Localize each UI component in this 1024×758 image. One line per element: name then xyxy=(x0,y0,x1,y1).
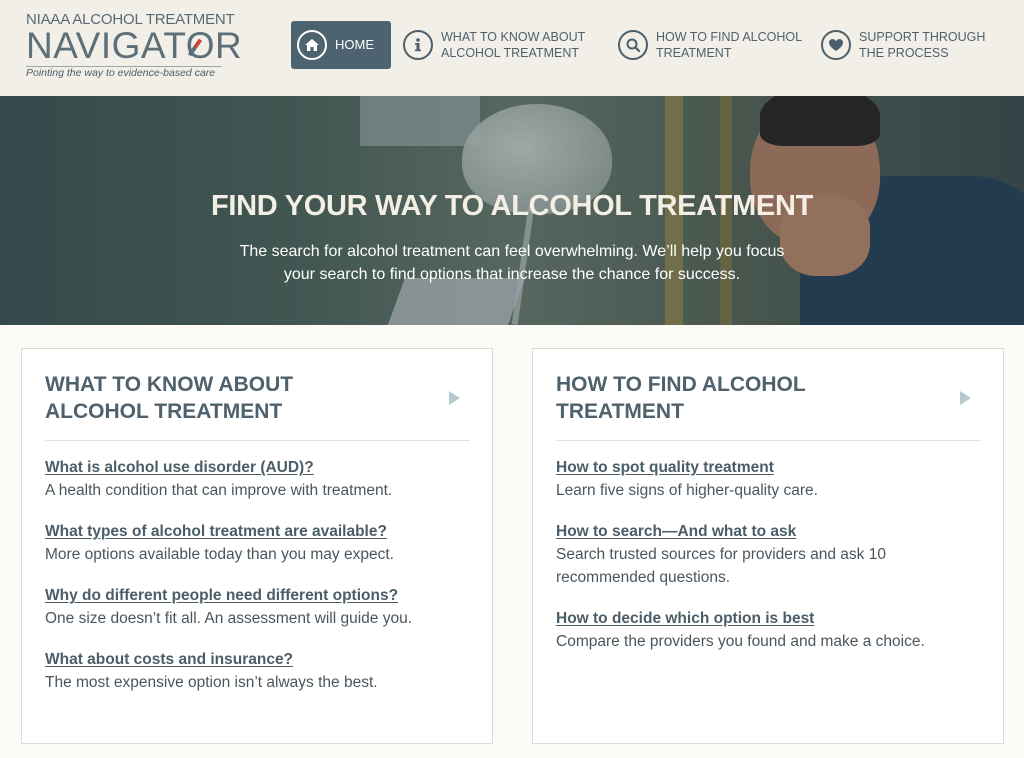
site-logo[interactable]: NIAAA ALCOHOL TREATMENT NAVIGATOR Pointi… xyxy=(26,12,242,82)
nav-home-label: HOME xyxy=(335,37,374,52)
list-item: What is alcohol use disorder (AUD)? A he… xyxy=(45,457,470,502)
item-description: One size doesn’t fit all. An assessment … xyxy=(45,610,413,627)
list-item: How to spot quality treatment Learn five… xyxy=(556,457,981,502)
item-description: More options available today than you ma… xyxy=(45,546,394,563)
card-title: What to know about alcohol treatment xyxy=(45,373,294,423)
link-different-options[interactable]: Why do different people need different o… xyxy=(45,585,398,607)
item-description: The most expensive option isn’t always t… xyxy=(45,674,378,691)
logo-divider xyxy=(26,66,222,67)
item-description: Search trusted sources for providers and… xyxy=(556,546,886,586)
list-item: What types of alcohol treatment are avai… xyxy=(45,521,470,566)
logo-main-text: NAVIGATOR xyxy=(26,27,242,65)
card-how-to-find: How to find alcohol treatment How to spo… xyxy=(532,348,1004,744)
card-what-to-know-header[interactable]: What to know about alcohol treatment xyxy=(45,371,470,441)
logo-tagline: Pointing the way to evidence-based care xyxy=(26,67,216,79)
hero-banner: FIND YOUR WAY TO ALCOHOL TREATMENT The s… xyxy=(0,96,1024,325)
triangle-right-icon xyxy=(960,391,971,405)
item-description: A health condition that can improve with… xyxy=(45,482,393,499)
house-icon xyxy=(297,30,327,60)
card-link-list: What is alcohol use disorder (AUD)? A he… xyxy=(45,457,470,713)
link-costs-insurance[interactable]: What about costs and insurance? xyxy=(45,649,293,671)
list-item: How to search—And what to ask Search tru… xyxy=(556,521,981,589)
link-treatment-types[interactable]: What types of alcohol treatment are avai… xyxy=(45,521,387,543)
card-link-list: How to spot quality treatment Learn five… xyxy=(556,457,981,672)
list-item: What about costs and insurance? The most… xyxy=(45,649,470,694)
link-how-to-search[interactable]: How to search—And what to ask xyxy=(556,521,796,543)
item-description: Learn five signs of higher-quality care. xyxy=(556,482,818,499)
triangle-right-icon xyxy=(449,391,460,405)
card-how-to-find-header[interactable]: How to find alcohol treatment xyxy=(556,371,981,441)
hero-title: FIND YOUR WAY TO ALCOHOL TREATMENT xyxy=(210,190,814,222)
list-item: How to decide which option is best Compa… xyxy=(556,608,981,653)
nav-how-to-find[interactable]: How to find alcohol treatment xyxy=(618,21,808,69)
item-description: Compare the providers you found and make… xyxy=(556,633,925,650)
link-what-is-aud[interactable]: What is alcohol use disorder (AUD)? xyxy=(45,457,314,479)
magnifier-icon xyxy=(618,30,648,60)
nav-how-to-find-label: How to find alcohol treatment xyxy=(656,30,802,60)
nav-home[interactable]: HOME xyxy=(291,21,391,69)
nav-what-to-know-label: What to know about alcohol treatment xyxy=(441,30,586,60)
site-header: NIAAA ALCOHOL TREATMENT NAVIGATOR Pointi… xyxy=(0,0,1024,96)
nav-support-label: Support through the process xyxy=(859,30,986,60)
card-title: How to find alcohol treatment xyxy=(556,373,806,423)
nav-what-to-know[interactable]: What to know about alcohol treatment xyxy=(403,21,603,69)
nav-support[interactable]: Support through the process xyxy=(821,21,1011,69)
heart-icon xyxy=(821,30,851,60)
logo-wordmark: NAVIGATOR xyxy=(26,25,243,66)
hero-subtitle: The search for alcohol treatment can fee… xyxy=(239,243,785,283)
link-decide-option[interactable]: How to decide which option is best xyxy=(556,608,814,630)
list-item: Why do different people need different o… xyxy=(45,585,470,630)
card-what-to-know: What to know about alcohol treatment Wha… xyxy=(21,348,493,744)
info-icon xyxy=(403,30,433,60)
link-spot-quality[interactable]: How to spot quality treatment xyxy=(556,457,774,479)
